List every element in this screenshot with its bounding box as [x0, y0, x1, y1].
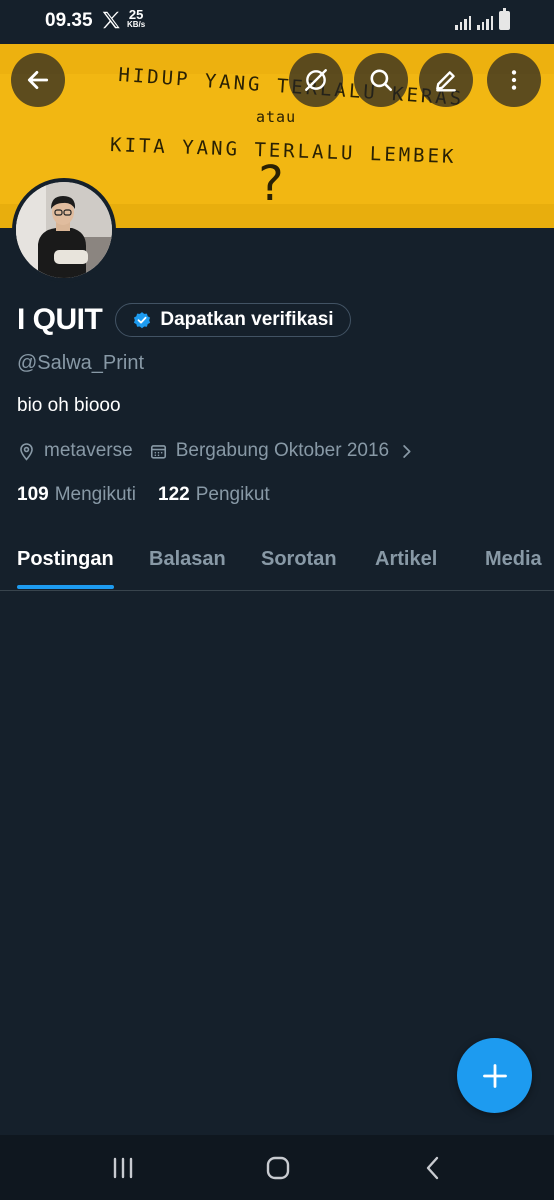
get-verified-button[interactable]: Dapatkan verifikasi — [115, 303, 351, 337]
avatar-image — [16, 182, 112, 278]
profile-info: I QUIT Dapatkan verifikasi @Salwa_Print … — [17, 298, 537, 508]
verified-badge-icon — [134, 312, 151, 329]
home-button[interactable] — [263, 1155, 293, 1181]
battery-icon — [499, 8, 510, 30]
network-speed: 25 KB/s — [127, 7, 146, 30]
grok-icon — [305, 69, 327, 91]
back-button[interactable] — [11, 53, 65, 107]
back-nav-icon — [426, 1156, 439, 1180]
compose-button[interactable] — [457, 1038, 532, 1113]
more-vertical-icon — [511, 70, 517, 90]
display-name: I QUIT — [17, 303, 103, 336]
more-options-button[interactable] — [487, 53, 541, 107]
status-bar: 09.35 25 KB/s — [0, 0, 554, 44]
tab-sorotan[interactable]: Sorotan — [261, 548, 337, 571]
search-button[interactable] — [354, 53, 408, 107]
username-handle: @Salwa_Print — [17, 352, 145, 374]
active-tab-indicator — [17, 585, 114, 589]
network-speed-unit: KB/s — [127, 20, 146, 29]
following-label[interactable]: Mengikuti — [55, 484, 136, 506]
chevron-right-icon — [403, 444, 411, 458]
status-time: 09.35 — [45, 10, 93, 31]
join-date-item[interactable]: Bergabung Oktober 2016 — [149, 440, 416, 462]
follow-stats: 109 Mengikuti 122 Pengikut — [17, 482, 537, 508]
tab-media[interactable]: Media — [485, 548, 542, 571]
banner-line-4: ? — [256, 156, 285, 212]
back-nav-button[interactable] — [418, 1155, 448, 1181]
profile-avatar[interactable] — [12, 178, 116, 282]
recent-apps-icon — [113, 1157, 133, 1179]
calendar-icon — [150, 444, 166, 459]
signal-icon-2 — [477, 13, 493, 30]
name-row: I QUIT Dapatkan verifikasi — [17, 298, 537, 342]
location-item: metaverse — [17, 440, 133, 462]
signal-icon — [455, 13, 471, 30]
followers-count[interactable]: 122 — [158, 484, 190, 506]
recent-apps-button[interactable] — [108, 1155, 138, 1181]
banner-line-2: atau — [256, 108, 297, 126]
followers-label[interactable]: Pengikut — [196, 484, 270, 506]
profile-bio: bio oh biooo — [17, 395, 121, 416]
home-icon — [266, 1156, 290, 1180]
get-verified-label: Dapatkan verifikasi — [160, 309, 334, 330]
grok-button[interactable] — [289, 53, 343, 107]
tab-balasan[interactable]: Balasan — [149, 548, 226, 571]
search-icon — [370, 69, 393, 92]
edit-button[interactable] — [419, 53, 473, 107]
location-text: metaverse — [44, 440, 133, 461]
profile-tabs: Postingan Balasan Sorotan Artikel Media — [0, 530, 554, 591]
system-navigation-bar — [0, 1135, 554, 1200]
join-date-text: Bergabung Oktober 2016 — [175, 440, 390, 461]
profile-meta: metaverse Bergabung Oktober 2016 — [17, 438, 537, 464]
plus-icon — [482, 1063, 507, 1088]
network-speed-value: 25 — [128, 7, 144, 22]
edit-icon — [436, 71, 456, 92]
location-pin-icon — [20, 442, 33, 461]
status-indicators — [455, 8, 510, 30]
x-logo-icon — [102, 11, 120, 29]
arrow-left-icon — [27, 71, 49, 89]
following-count[interactable]: 109 — [17, 484, 49, 506]
tab-postingan[interactable]: Postingan — [17, 548, 114, 571]
tab-artikel[interactable]: Artikel — [375, 548, 437, 571]
